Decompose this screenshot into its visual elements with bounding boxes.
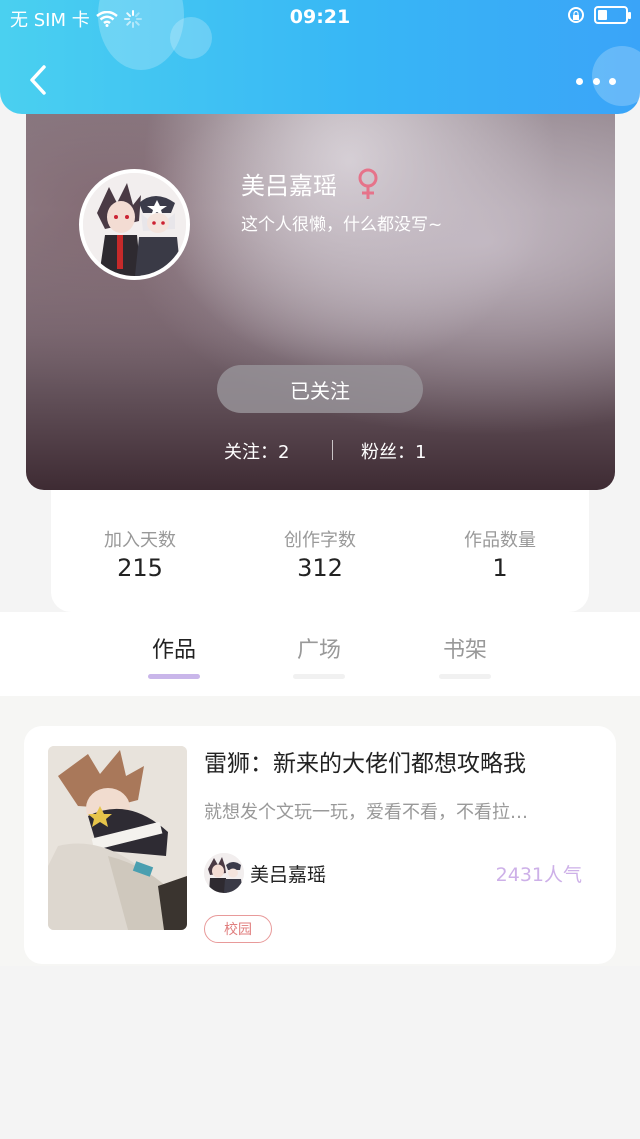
back-button[interactable] [24,62,52,98]
genre-tag[interactable]: 校园 [204,915,272,943]
stat-days-joined: 加入天数 215 [80,526,200,582]
tab-label: 书架 [442,638,487,663]
tab-label: 广场 [296,638,341,663]
following-button[interactable]: 已关注 [217,365,423,413]
bio: 这个人很懒，什么都没写~ [241,215,443,235]
stat-word-count: 创作字数 312 [260,526,380,582]
tab-square[interactable]: 广场 [279,632,359,679]
author-name[interactable]: 美吕嘉瑶 [250,860,326,887]
tab-indicator [293,674,345,679]
stats-card: 加入天数 215 创作字数 312 作品数量 1 [51,490,589,612]
female-icon [358,168,378,199]
following-count[interactable]: 关注：2 [224,438,289,464]
chevron-left-icon [30,65,46,95]
stat-works-count: 作品数量 1 [440,526,560,582]
status-time: 09:21 [289,6,351,28]
author-avatar[interactable] [204,853,244,893]
stat-value: 1 [492,554,508,582]
stat-value: 215 [117,554,163,582]
status-bar: 无 SIM 卡 09:21 [0,0,640,34]
work-description: 就想发个文玩一玩，爱看不看，不看拉… [204,802,528,823]
status-right [568,6,631,24]
tab-indicator [439,674,491,679]
rotation-lock-icon [568,7,584,23]
tab-works[interactable]: 作品 [134,632,214,679]
tab-bar: 作品 广场 书架 [0,612,640,696]
battery-icon [594,6,631,24]
tab-bookshelf[interactable]: 书架 [425,632,505,679]
header: 无 SIM 卡 09:21 [0,0,640,114]
fans-count[interactable]: 粉丝：1 [361,438,426,464]
work-title[interactable]: 雷狮：新来的大佬们都想攻略我 [204,744,526,778]
author-avatar-illustration [204,853,244,893]
more-button[interactable] [576,70,616,92]
avatar-illustration [83,173,186,276]
profile-hero: 美吕嘉瑶 这个人很懒，什么都没写~ 已关注 关注：2 粉丝：1 [26,90,615,490]
avatar[interactable] [79,169,190,280]
cover-illustration [48,746,187,930]
profile-header: 美吕嘉瑶 [241,166,381,201]
author-row: 美吕嘉瑶 [204,853,326,893]
stat-value: 312 [297,554,343,582]
tab-indicator [148,674,200,679]
more-horizontal-icon [576,77,583,85]
popularity-count: 2431人气 [495,864,582,886]
nickname: 美吕嘉瑶 [241,172,337,200]
stat-label: 创作字数 [284,530,356,551]
work-cover[interactable] [48,746,187,930]
work-card[interactable]: 雷狮：新来的大佬们都想攻略我 就想发个文玩一玩，爱看不看，不看拉… 美吕嘉瑶 2… [24,726,616,964]
stat-label: 作品数量 [464,530,536,551]
divider [332,440,333,460]
tab-label: 作品 [151,638,196,663]
stat-label: 加入天数 [104,530,176,551]
